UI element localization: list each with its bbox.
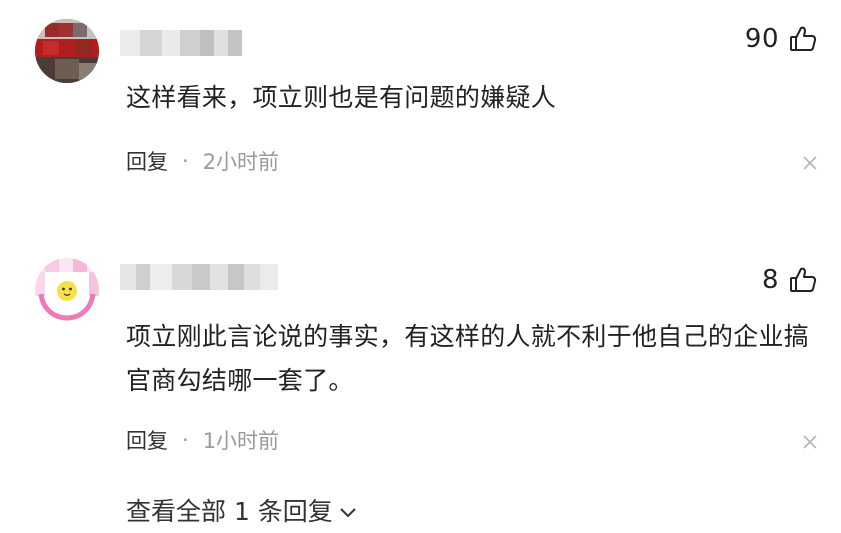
avatar[interactable] (35, 258, 99, 322)
expand-replies-label: 查看全部 1 条回复 (126, 497, 333, 526)
comment-time: 1小时前 (202, 429, 280, 453)
thumbs-up-icon[interactable] (789, 266, 817, 294)
avatar[interactable] (35, 19, 99, 83)
comment-time: 2小时前 (202, 150, 280, 174)
chevron-down-icon (339, 496, 357, 525)
meta-separator: · (182, 428, 189, 452)
reply-button[interactable]: 回复 (126, 425, 168, 455)
comment-meta: 回复 · 2小时前 (126, 146, 279, 176)
like-count: 90 (744, 24, 779, 54)
like-count: 8 (761, 265, 779, 295)
like-group[interactable]: 8 (762, 265, 817, 295)
username-blurred[interactable] (120, 264, 278, 290)
comment-meta: 回复 · 1小时前 (126, 425, 279, 455)
reply-button[interactable]: 回复 (126, 146, 168, 176)
comment-text: 项立刚此言论说的事实，有这样的人就不利于他自己的企业搞官商勾结哪一套了。 (126, 322, 810, 395)
expand-replies-button[interactable]: 查看全部 1 条回复 (126, 492, 357, 528)
close-icon[interactable] (801, 154, 819, 172)
close-icon[interactable] (801, 433, 819, 451)
thumbs-up-icon[interactable] (789, 25, 817, 53)
username-blurred[interactable] (120, 30, 242, 56)
comment-text: 这样看来，项立则也是有问题的嫌疑人 (126, 83, 557, 112)
meta-separator: · (182, 149, 189, 173)
like-group[interactable]: 90 (745, 24, 817, 54)
